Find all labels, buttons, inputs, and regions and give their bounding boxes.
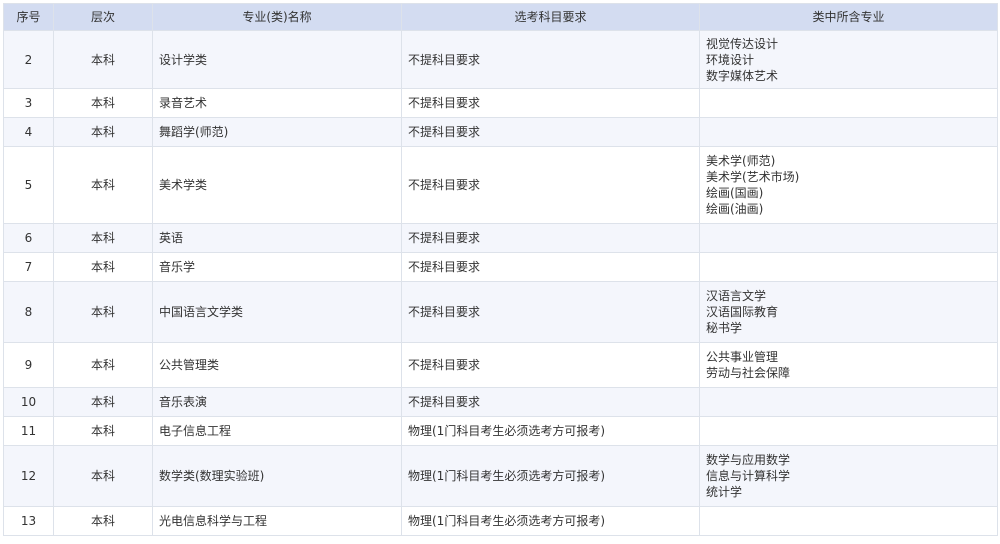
cell-included-majors: 公共事业管理 劳动与社会保障 <box>699 342 998 388</box>
cell-included-majors <box>699 387 998 417</box>
cell-level: 本科 <box>53 281 153 343</box>
table-row: 8 本科 中国语言文学类 不提科目要求 汉语言文学汉语国际教育 秘书学 <box>3 281 998 343</box>
cell-index: 8 <box>3 281 54 343</box>
cell-included-majors <box>699 252 998 282</box>
cell-included-majors <box>699 117 998 147</box>
included-major-item: 美术学(艺术市场) <box>706 170 800 184</box>
header-subject-requirement: 选考科目要求 <box>401 3 700 31</box>
table-row: 13 本科 光电信息科学与工程 物理(1门科目考生必须选考方可报考) <box>3 506 998 536</box>
included-major-item: 汉语国际教育 <box>706 305 779 319</box>
cell-level: 本科 <box>53 30 153 89</box>
cell-level: 本科 <box>53 506 153 536</box>
cell-included-majors: 数学与应用数学 信息与计算科学 统计学 <box>699 445 998 507</box>
cell-major-name: 中国语言文学类 <box>152 281 402 343</box>
table-row: 2 本科 设计学类 不提科目要求 视觉传达设计 环境设计 数字媒体艺术 <box>3 30 998 89</box>
cell-index: 6 <box>3 223 54 253</box>
cell-subject-requirement: 不提科目要求 <box>401 223 700 253</box>
cell-subject-requirement: 不提科目要求 <box>401 117 700 147</box>
table-row: 11 本科 电子信息工程 物理(1门科目考生必须选考方可报考) <box>3 416 998 446</box>
cell-level: 本科 <box>53 117 153 147</box>
header-major-name: 专业(类)名称 <box>152 3 402 31</box>
included-major-item: 美术学(师范) <box>706 154 776 168</box>
table-row: 12 本科 数学类(数理实验班) 物理(1门科目考生必须选考方可报考) 数学与应用数学信… <box>3 445 998 507</box>
cell-level: 本科 <box>53 88 153 118</box>
cell-subject-requirement: 不提科目要求 <box>401 30 700 89</box>
cell-index: 12 <box>3 445 54 507</box>
cell-major-name: 公共管理类 <box>152 342 402 388</box>
cell-major-name: 英语 <box>152 223 402 253</box>
included-major-item: 统计学 <box>706 485 743 499</box>
cell-major-name: 美术学类 <box>152 146 402 224</box>
cell-included-majors: 美术学(师范) 美术学(艺术市场) 绘画(国画) 绘画(油画) <box>699 146 998 224</box>
cell-subject-requirement: 物理(1门科目考生必须选考方可报考) <box>401 445 700 507</box>
cell-major-name: 舞蹈学(师范) <box>152 117 402 147</box>
table-row: 5 本科 美术学类 不提科目要求 美术学(师范) 美术学(艺术市场) 绘画(国画) 绘画(油画… <box>3 146 998 224</box>
cell-index: 4 <box>3 117 54 147</box>
included-major-item: 汉语言文学 <box>706 289 767 303</box>
majors-table: 序号 层次 专业(类)名称 选考科目要求 类中所含专业 2 本科 设计学类 不提科目要… <box>3 3 998 536</box>
cell-major-name: 电子信息工程 <box>152 416 402 446</box>
included-major-item: 绘画(油画) <box>706 202 764 216</box>
cell-index: 10 <box>3 387 54 417</box>
table-row: 7 本科 音乐学 不提科目要求 <box>3 252 998 282</box>
cell-major-name: 音乐表演 <box>152 387 402 417</box>
included-major-item: 信息与计算科学 <box>706 469 791 483</box>
included-major-item: 公共事业管理 <box>706 350 779 364</box>
table-row: 3 本科 录音艺术 不提科目要求 <box>3 88 998 118</box>
cell-included-majors: 视觉传达设计 环境设计 数字媒体艺术 <box>699 30 998 89</box>
cell-subject-requirement: 不提科目要求 <box>401 252 700 282</box>
included-major-item: 数字媒体艺术 <box>706 68 779 83</box>
cell-subject-requirement: 物理(1门科目考生必须选考方可报考) <box>401 416 700 446</box>
cell-index: 2 <box>3 30 54 89</box>
cell-level: 本科 <box>53 387 153 417</box>
cell-level: 本科 <box>53 445 153 507</box>
cell-subject-requirement: 不提科目要求 <box>401 146 700 224</box>
table-row: 9 本科 公共管理类 不提科目要求 公共事业管理 劳动与社会保障 <box>3 342 998 388</box>
header-level: 层次 <box>53 3 153 31</box>
cell-index: 7 <box>3 252 54 282</box>
header-included-majors: 类中所含专业 <box>699 3 998 31</box>
included-major-item: 劳动与社会保障 <box>706 366 791 380</box>
cell-subject-requirement: 不提科目要求 <box>401 342 700 388</box>
table-row: 6 本科 英语 不提科目要求 <box>3 223 998 253</box>
cell-major-name: 数学类(数理实验班) <box>152 445 402 507</box>
cell-subject-requirement: 不提科目要求 <box>401 387 700 417</box>
cell-index: 9 <box>3 342 54 388</box>
cell-major-name: 录音艺术 <box>152 88 402 118</box>
included-major-item: 数学与应用数学 <box>706 453 791 467</box>
cell-level: 本科 <box>53 146 153 224</box>
cell-level: 本科 <box>53 416 153 446</box>
majors-table-container: 序号 层次 专业(类)名称 选考科目要求 类中所含专业 2 本科 设计学类 不提科目要… <box>3 3 998 536</box>
cell-level: 本科 <box>53 342 153 388</box>
cell-included-majors <box>699 223 998 253</box>
table-row: 4 本科 舞蹈学(师范) 不提科目要求 <box>3 117 998 147</box>
cell-included-majors <box>699 506 998 536</box>
cell-level: 本科 <box>53 223 153 253</box>
included-major-item: 绘画(国画) <box>706 186 764 200</box>
cell-index: 11 <box>3 416 54 446</box>
included-major-item: 秘书学 <box>706 321 743 335</box>
cell-major-name: 音乐学 <box>152 252 402 282</box>
cell-major-name: 光电信息科学与工程 <box>152 506 402 536</box>
cell-level: 本科 <box>53 252 153 282</box>
table-row: 10 本科 音乐表演 不提科目要求 <box>3 387 998 417</box>
cell-subject-requirement: 不提科目要求 <box>401 88 700 118</box>
cell-included-majors <box>699 88 998 118</box>
table-body: 2 本科 设计学类 不提科目要求 视觉传达设计 环境设计 数字媒体艺术 3 本科 录音艺术 不提科目… <box>3 30 998 536</box>
included-major-item: 视觉传达设计 <box>706 36 779 51</box>
cell-included-majors: 汉语言文学汉语国际教育 秘书学 <box>699 281 998 343</box>
cell-index: 3 <box>3 88 54 118</box>
cell-included-majors <box>699 416 998 446</box>
cell-major-name: 设计学类 <box>152 30 402 89</box>
header-index: 序号 <box>3 3 54 31</box>
cell-index: 13 <box>3 506 54 536</box>
cell-index: 5 <box>3 146 54 224</box>
included-major-item: 环境设计 <box>706 52 755 67</box>
cell-subject-requirement: 不提科目要求 <box>401 281 700 343</box>
cell-subject-requirement: 物理(1门科目考生必须选考方可报考) <box>401 506 700 536</box>
table-header-row: 序号 层次 专业(类)名称 选考科目要求 类中所含专业 <box>3 3 998 31</box>
